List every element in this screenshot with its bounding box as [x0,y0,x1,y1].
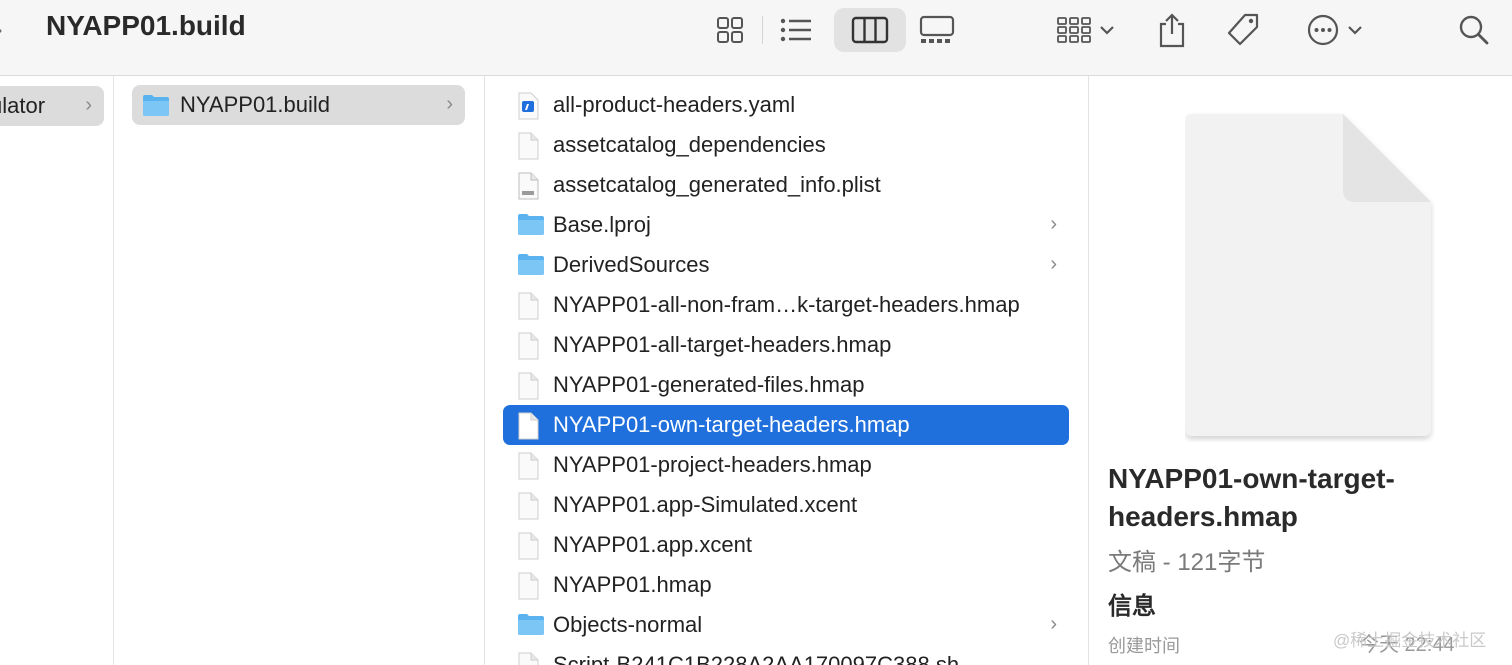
folder-icon [517,212,544,238]
file-name: NYAPP01-project-headers.hmap [553,452,872,477]
tag-button[interactable] [1220,8,1266,52]
file-row[interactable]: NYAPP01-all-non-fram…k-target-headers.hm… [503,285,1069,325]
file-name: Objects-normal [553,612,703,637]
file-name: NYAPP01.app-Simulated.xcent [553,492,858,517]
file-name: all-product-headers.yaml [553,92,796,117]
file-icon [517,292,539,320]
file-name: Script-B241C1B228A2AA170097C388.sh [553,652,960,665]
preview-file-name-line2: headers.hmap [1108,501,1298,532]
view-icons-button[interactable] [706,8,754,52]
group-by-button[interactable] [1050,8,1122,52]
preview-created-label: 创建时间 [1108,636,1180,656]
column-2-selected-item[interactable]: NYAPP01.build › [132,85,465,125]
more-actions-button[interactable] [1300,8,1370,52]
column-1-item-label: ulator [0,93,46,118]
file-name: assetcatalog_generated_info.plist [553,172,881,197]
column-browser: ulator › NYAPP01.build › all-product-hea… [0,76,1512,665]
back-chevron-icon[interactable]: › [0,14,3,45]
column-1: ulator › [0,76,114,665]
file-name: DerivedSources [553,252,710,277]
window-title: NYAPP01.build [46,10,246,41]
folder-icon [517,612,544,638]
file-name: NYAPP01-own-target-headers.hmap [553,412,910,437]
file-name: assetcatalog_dependencies [553,132,826,157]
file-row[interactable]: NYAPP01.app.xcent [503,525,1069,565]
toolbar-separator [762,16,763,44]
chevron-right-icon: › [1050,213,1057,235]
file-name: NYAPP01.hmap [553,572,712,597]
column-3-file-list: all-product-headers.yaml assetcatalog_dep… [485,76,1089,665]
file-row[interactable]: assetcatalog_dependencies [503,125,1069,165]
file-icon [517,492,539,520]
file-name: NYAPP01-generated-files.hmap [553,372,865,397]
grid-icon [717,17,743,43]
file-icon [517,332,539,360]
plist-file-icon [517,172,539,200]
search-icon [1459,15,1489,45]
file-row[interactable]: Objects-normal › [503,605,1069,645]
folder-icon [517,252,544,278]
chevron-right-icon: › [85,94,92,116]
file-row-selected[interactable]: NYAPP01-own-target-headers.hmap [503,405,1069,445]
file-icon [517,532,539,560]
file-row[interactable]: NYAPP01-all-target-headers.hmap [503,325,1069,365]
file-icon [517,372,539,400]
group-grid-icon [1057,17,1091,43]
list-icon [780,18,811,42]
file-row[interactable]: NYAPP01.hmap [503,565,1069,605]
view-columns-button[interactable] [834,8,906,52]
chevron-down-icon [1348,26,1362,35]
file-row[interactable]: NYAPP01-project-headers.hmap [503,445,1069,485]
chevron-right-icon: › [446,93,453,115]
file-row[interactable]: DerivedSources › [503,245,1069,285]
share-button[interactable] [1150,8,1194,52]
chevron-right-icon: › [1050,253,1057,275]
watermark: @稀土掘金技术社区 [1333,631,1487,650]
file-row[interactable]: Script-B241C1B228A2AA170097C388.sh [503,645,1069,665]
file-icon [517,652,539,665]
column-2: NYAPP01.build › [114,76,485,665]
file-name: NYAPP01.app.xcent [553,532,752,557]
tag-icon [1227,13,1259,46]
columns-icon [851,16,889,44]
gallery-icon [919,15,955,43]
file-name: NYAPP01-all-non-fram…k-target-headers.hm… [553,292,1020,317]
file-icon [517,572,539,600]
ellipsis-circle-icon [1307,14,1339,46]
document-preview-icon [1185,114,1431,436]
view-gallery-button[interactable] [912,8,962,52]
file-row[interactable]: assetcatalog_generated_info.plist [503,165,1069,205]
share-icon [1159,13,1185,48]
preview-file-name: NYAPP01-own-target- headers.hmap [1108,460,1488,536]
column-2-item-label: NYAPP01.build [180,92,331,117]
preview-file-name-line1: NYAPP01-own-target- [1108,463,1395,494]
preview-info-heading: 信息 [1108,593,1156,620]
folder-icon [143,95,169,116]
file-icon [517,452,539,480]
file-row[interactable]: NYAPP01-generated-files.hmap [503,365,1069,405]
view-list-button[interactable] [772,8,820,52]
file-name: NYAPP01-all-target-headers.hmap [553,332,892,357]
column-1-selected-item[interactable]: ulator › [0,86,104,126]
file-icon [517,132,539,160]
preview-kind-size: 文稿 - 121字节 [1108,549,1266,576]
chevron-down-icon [1100,26,1114,35]
toolbar: › NYAPP01.build [0,0,1512,76]
file-row[interactable]: Base.lproj › [503,205,1069,245]
file-row[interactable]: NYAPP01.app-Simulated.xcent [503,485,1069,525]
file-icon [517,412,539,440]
yaml-file-icon [517,92,539,120]
preview-pane: NYAPP01-own-target- headers.hmap 文稿 - 12… [1089,76,1512,665]
file-row[interactable]: all-product-headers.yaml [503,85,1069,125]
chevron-right-icon: › [1050,613,1057,635]
file-name: Base.lproj [553,212,651,237]
search-button[interactable] [1452,8,1496,52]
